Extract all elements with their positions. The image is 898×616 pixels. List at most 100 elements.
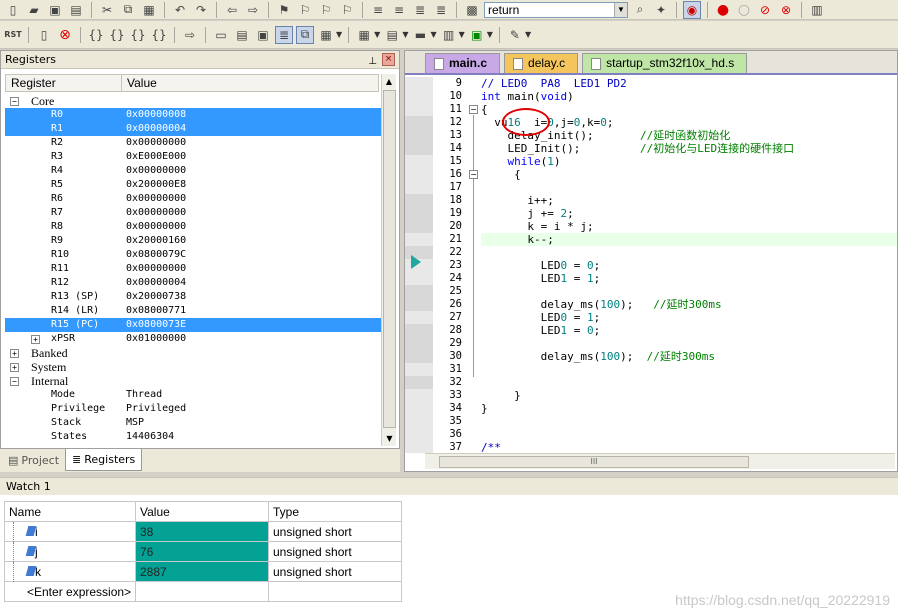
watch-row[interactable]: k 2887 unsigned short	[4, 561, 402, 582]
register-row[interactable]: R10 0x0800079C	[5, 248, 381, 262]
code-line[interactable]: i++;	[481, 194, 897, 207]
tree-group-core[interactable]: − Core	[5, 94, 381, 108]
internal-row[interactable]: Privilege Privileged	[5, 402, 381, 416]
scroll-up-icon[interactable]: ▲	[382, 74, 396, 89]
tree-group-banked[interactable]: + Banked	[5, 346, 381, 360]
system-viewer-icon[interactable]: ▣	[468, 26, 486, 44]
watch-header-value[interactable]: Value	[135, 501, 269, 522]
code-line[interactable]: delay_init(); //延时函数初始化	[481, 129, 897, 142]
watch-header-type[interactable]: Type	[268, 501, 402, 522]
show-next-statement-icon[interactable]: ⇨	[181, 26, 199, 44]
code-line[interactable]	[481, 246, 897, 259]
code-line[interactable]: j += 2;	[481, 207, 897, 220]
code-line[interactable]	[481, 376, 897, 389]
expand-icon[interactable]: +	[31, 335, 40, 344]
kill-all-breakpoints-icon[interactable]: ⊗	[777, 1, 795, 19]
watch-header-name[interactable]: Name	[4, 501, 136, 522]
nav-forward-icon[interactable]: ⇨	[244, 1, 262, 19]
indent-icon[interactable]: ≡	[369, 1, 387, 19]
internal-row[interactable]: Mode Thread	[5, 388, 381, 402]
symbols-window-icon[interactable]: ▣	[254, 26, 272, 44]
comment-icon[interactable]: ≣	[411, 1, 429, 19]
register-row[interactable]: R13 (SP) 0x20000738	[5, 290, 381, 304]
paste-icon[interactable]: ▦	[140, 1, 158, 19]
code-line[interactable]: {	[481, 168, 897, 181]
toolbox-icon[interactable]: ✎	[506, 26, 524, 44]
serial-window-icon[interactable]: ▤	[383, 26, 401, 44]
chevron-down-icon[interactable]: ▼	[459, 30, 465, 39]
bookmark-clear-icon[interactable]: ⚐	[338, 1, 356, 19]
register-row[interactable]: R12 0x00000004	[5, 276, 381, 290]
tab-delay-c[interactable]: delay.c	[504, 53, 579, 73]
register-row[interactable]: R8 0x00000000	[5, 220, 381, 234]
code-line[interactable]	[481, 363, 897, 376]
undo-icon[interactable]: ↶	[171, 1, 189, 19]
incremental-find-icon[interactable]: ✦	[652, 1, 670, 19]
disable-breakpoint-icon[interactable]: ○	[735, 1, 753, 19]
watch-row[interactable]: j 76 unsigned short	[4, 541, 402, 562]
register-row[interactable]: R4 0x00000000	[5, 164, 381, 178]
tree-group-system[interactable]: + System	[5, 360, 381, 374]
internal-row[interactable]: Stack MSP	[5, 416, 381, 430]
watch-value-cell[interactable]: 2887	[135, 561, 269, 582]
code-line[interactable]: {	[481, 103, 897, 116]
code-line[interactable]: LED0 = 0;	[481, 259, 897, 272]
code-line[interactable]	[481, 181, 897, 194]
code-line[interactable]: LED0 = 1;	[481, 311, 897, 324]
find-icon[interactable]: ⌕	[631, 1, 649, 19]
scroll-down-icon[interactable]: ▼	[382, 431, 397, 446]
watch-value-cell[interactable]: 76	[135, 541, 269, 562]
run-icon[interactable]: ▯	[35, 26, 53, 44]
code-line[interactable]	[481, 428, 897, 441]
save-icon[interactable]: ▣	[46, 1, 64, 19]
collapse-icon[interactable]: −	[10, 97, 19, 106]
tree-group-internal[interactable]: − Internal	[5, 374, 381, 388]
uncomment-icon[interactable]: ≣	[432, 1, 450, 19]
cut-icon[interactable]: ✂	[98, 1, 116, 19]
code-line[interactable]: delay_ms(100); //延时300ms	[481, 298, 897, 311]
register-row[interactable]: R14 (LR) 0x08000771	[5, 304, 381, 318]
watch-name-cell[interactable]: k	[4, 561, 136, 582]
watch-name-cell[interactable]: i	[4, 521, 136, 542]
register-row[interactable]: R2 0x00000000	[5, 136, 381, 150]
register-row[interactable]: + xPSR 0x01000000	[5, 332, 381, 346]
save-all-icon[interactable]: ▤	[67, 1, 85, 19]
analysis-window-icon[interactable]: ▬	[411, 26, 429, 44]
watch-name-cell[interactable]: j	[4, 541, 136, 562]
run-to-cursor-icon[interactable]: {}	[150, 26, 168, 44]
unindent-icon[interactable]: ≡	[390, 1, 408, 19]
register-row[interactable]: R5 0x200000E8	[5, 178, 381, 192]
trace-window-icon[interactable]: ▥	[440, 26, 458, 44]
debug-session-icon[interactable]: ◉	[683, 0, 701, 19]
collapse-icon[interactable]: −	[469, 170, 478, 179]
reset-icon[interactable]: RST	[4, 26, 22, 44]
watch-value-cell[interactable]: 38	[135, 521, 269, 542]
code-line[interactable]: }	[481, 389, 897, 402]
chevron-down-icon[interactable]: ▼	[525, 30, 531, 39]
chevron-down-icon[interactable]: ▼	[374, 30, 380, 39]
code-area[interactable]: // LED0 PA8 LED1 PD2 int main(void){ vu16…	[481, 77, 897, 454]
code-line[interactable]: }	[481, 402, 897, 415]
enter-expression-cell[interactable]: <Enter expression>	[4, 581, 136, 602]
registers-window-icon[interactable]: ≣	[275, 25, 293, 44]
register-row[interactable]: R15 (PC) 0x0800073E	[5, 318, 381, 332]
redo-icon[interactable]: ↷	[192, 1, 210, 19]
scroll-thumb[interactable]	[383, 90, 396, 428]
editor-horizontal-scrollbar[interactable]: III	[425, 453, 895, 469]
register-row[interactable]: R6 0x00000000	[5, 192, 381, 206]
code-line[interactable]: // LED0 PA8 LED1 PD2	[481, 77, 897, 90]
chevron-down-icon[interactable]: ▼	[402, 30, 408, 39]
code-line[interactable]: LED1 = 0;	[481, 324, 897, 337]
stop-icon[interactable]: ⊗	[56, 26, 74, 44]
bookmark-prev-icon[interactable]: ⚐	[296, 1, 314, 19]
find-in-files-icon[interactable]: ▩	[463, 1, 481, 19]
memory-window-icon[interactable]: ▦	[355, 26, 373, 44]
expand-icon[interactable]: +	[10, 349, 19, 358]
tab-project[interactable]: ▤ Project	[2, 449, 65, 471]
code-line[interactable]: vu16 i=0,j=0,k=0;	[481, 116, 897, 129]
register-row[interactable]: R11 0x00000000	[5, 262, 381, 276]
copy-icon[interactable]: ⧉	[119, 1, 137, 19]
step-over-icon[interactable]: {}	[108, 26, 126, 44]
enter-expression-row[interactable]: <Enter expression>	[4, 581, 402, 602]
code-line[interactable]	[481, 285, 897, 298]
